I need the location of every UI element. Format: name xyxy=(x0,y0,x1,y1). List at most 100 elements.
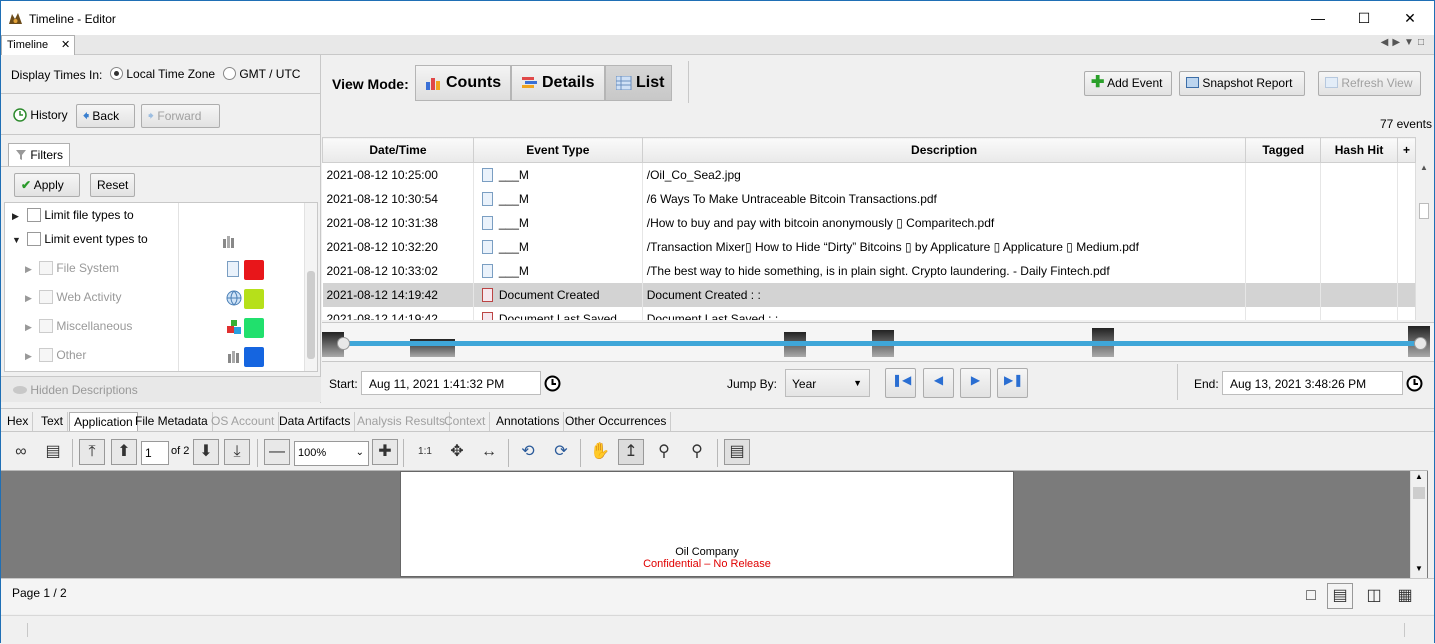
column-header-hash-hit[interactable]: Hash Hit xyxy=(1320,137,1398,163)
expand-arrow-icon[interactable]: ▶ xyxy=(25,264,32,275)
minimize-button[interactable]: — xyxy=(1295,1,1341,35)
start-datetime-field[interactable]: Aug 11, 2021 1:41:32 PM xyxy=(361,371,541,395)
zoom-out-button[interactable]: — xyxy=(264,439,290,465)
list-button[interactable]: List xyxy=(605,65,672,101)
single-page-icon[interactable]: □ xyxy=(1298,583,1324,609)
filter-scrollbar[interactable] xyxy=(304,203,317,371)
filters-tab[interactable]: Filters xyxy=(8,143,70,167)
table-scrollbar[interactable]: ▲ xyxy=(1415,163,1432,320)
column-header-tagged[interactable]: Tagged xyxy=(1245,137,1322,163)
tab-os-account[interactable]: OS Account xyxy=(207,412,280,431)
facing-pages-icon[interactable]: ◫ xyxy=(1361,583,1387,609)
tab-data-artifacts[interactable]: Data Artifacts xyxy=(275,412,356,431)
clock-icon[interactable] xyxy=(544,375,561,392)
fit-page-icon[interactable]: ✥ xyxy=(444,439,470,465)
filter-web-activity[interactable]: Web Activity xyxy=(39,290,121,304)
table-row[interactable]: 2021-08-12 10:32:20 ___M/Transaction Mixe… xyxy=(322,234,1416,259)
facing-continuous-icon[interactable]: ▦ xyxy=(1392,583,1418,609)
range-bar[interactable] xyxy=(342,341,1422,346)
tab-other-occurrences[interactable]: Other Occurrences xyxy=(561,412,672,431)
actual-size-icon[interactable]: 1:1 xyxy=(412,439,438,465)
other-color-swatch[interactable] xyxy=(244,347,264,367)
column-header-description[interactable]: Description xyxy=(641,137,1247,163)
table-row[interactable]: 2021-08-12 10:25:00 ___M/Oil_Co_Sea2.jpg xyxy=(322,162,1416,187)
counts-button[interactable]: Counts xyxy=(415,65,511,101)
clock-icon[interactable] xyxy=(1406,375,1423,392)
jump-last-button[interactable]: ▶❚ xyxy=(997,368,1028,398)
collapse-arrow-icon[interactable]: ▼ xyxy=(12,235,21,245)
next-page-button[interactable]: ⬇ xyxy=(193,439,219,465)
scroll-down-icon[interactable]: ▼ xyxy=(1415,564,1423,573)
last-page-button[interactable]: ⤓ xyxy=(224,439,250,465)
tab-hex[interactable]: Hex xyxy=(3,412,34,431)
close-window-button[interactable]: ✕ xyxy=(1387,1,1433,35)
history-button[interactable]: History xyxy=(13,108,68,122)
details-button[interactable]: Details xyxy=(511,65,605,101)
document-scrollbar[interactable]: ▲ ▼ xyxy=(1410,471,1427,578)
thumbnails-icon[interactable]: ▤ xyxy=(724,439,750,465)
continuous-page-icon[interactable]: ▤ xyxy=(1327,583,1353,609)
hidden-descriptions-bar[interactable]: Hidden Descriptions xyxy=(1,376,321,402)
snapshot-report-button[interactable]: Snapshot Report xyxy=(1179,71,1305,96)
zoom-in-button[interactable]: ✚ xyxy=(372,439,398,465)
table-row[interactable]: 2021-08-12 14:19:42 Document Created Docum… xyxy=(322,282,1416,307)
gmt-radio[interactable]: GMT / UTC xyxy=(223,67,300,81)
tab-context[interactable]: Context xyxy=(440,412,491,431)
jump-first-button[interactable]: ❚◀ xyxy=(885,368,916,398)
table-row[interactable]: 2021-08-12 10:33:02 ___M/The best way to … xyxy=(322,258,1416,283)
first-page-button[interactable]: ⤒ xyxy=(79,439,105,465)
tab-timeline[interactable]: Timeline ✕ xyxy=(1,35,75,55)
hand-tool-icon[interactable]: ✋ xyxy=(587,439,613,465)
filter-event-types[interactable]: Limit event types to xyxy=(27,232,148,246)
column-header-datetime[interactable]: Date/Time xyxy=(322,137,474,163)
tab-file-metadata[interactable]: File Metadata xyxy=(131,412,213,431)
tab-annotations[interactable]: Annotations xyxy=(492,412,565,431)
range-end-handle[interactable] xyxy=(1414,337,1427,350)
page-number-input[interactable]: 1 xyxy=(141,441,169,465)
apply-button[interactable]: ✔ Apply xyxy=(14,173,80,197)
binoculars-icon[interactable]: ∞ xyxy=(8,439,34,465)
web-activity-color-swatch[interactable] xyxy=(244,289,264,309)
previous-page-button[interactable]: ⬆ xyxy=(111,439,137,465)
file-system-color-swatch[interactable] xyxy=(244,260,264,280)
filter-scrollbar-thumb[interactable] xyxy=(307,271,315,359)
expand-arrow-icon[interactable]: ▶ xyxy=(25,351,32,362)
zoom-select[interactable]: 100% ⌄ xyxy=(294,441,369,466)
forward-button[interactable]: 🠺 Forward xyxy=(141,104,220,128)
back-button[interactable]: 🠸 Back xyxy=(76,104,135,128)
add-event-button[interactable]: ✚ Add Event xyxy=(1084,71,1172,96)
table-row[interactable]: 2021-08-12 14:19:42 Document Last Saved Do… xyxy=(322,306,1416,320)
tab-analysis-results[interactable]: Analysis Results xyxy=(353,412,451,431)
zoom-region-icon[interactable]: ⚲ xyxy=(651,439,677,465)
local-time-radio[interactable]: Local Time Zone xyxy=(110,67,215,81)
filter-file-types[interactable]: Limit file types to xyxy=(27,208,134,222)
tab-nav-arrows-icon[interactable]: ◀▶▼□ xyxy=(1381,37,1428,48)
jump-by-select[interactable]: Year ▼ xyxy=(785,369,870,397)
misc-color-swatch[interactable] xyxy=(244,318,264,338)
filter-file-system[interactable]: File System xyxy=(39,261,119,275)
scrollbar-thumb[interactable] xyxy=(1413,487,1425,499)
table-row[interactable]: 2021-08-12 10:30:54 ___M/6 Ways To Make U… xyxy=(322,186,1416,211)
scrollbar-thumb[interactable] xyxy=(1419,203,1429,219)
rotate-left-icon[interactable]: ⟲ xyxy=(515,439,541,465)
maximize-button[interactable]: ☐ xyxy=(1341,1,1387,35)
expand-arrow-icon[interactable]: ▶ xyxy=(12,211,19,222)
column-header-add[interactable]: + xyxy=(1397,137,1416,163)
scroll-up-icon[interactable]: ▲ xyxy=(1420,163,1428,172)
pages-icon[interactable]: ▤ xyxy=(40,439,66,465)
tab-application[interactable]: Application xyxy=(69,412,138,431)
zoom-dynamic-icon[interactable]: ⚲ xyxy=(684,439,710,465)
expand-arrow-icon[interactable]: ▶ xyxy=(25,293,32,304)
tab-text[interactable]: Text xyxy=(37,412,69,431)
fit-width-icon[interactable]: ↔ xyxy=(476,439,502,465)
mini-timeline[interactable] xyxy=(322,322,1434,362)
jump-next-button[interactable]: ▶ xyxy=(960,368,991,398)
scroll-up-icon[interactable]: ▲ xyxy=(1415,472,1423,481)
filter-miscellaneous[interactable]: Miscellaneous xyxy=(39,319,132,333)
filter-other[interactable]: Other xyxy=(39,348,86,362)
expand-arrow-icon[interactable]: ▶ xyxy=(25,322,32,333)
close-tab-icon[interactable]: ✕ xyxy=(61,38,70,51)
jump-previous-button[interactable]: ◀ xyxy=(923,368,954,398)
select-text-icon[interactable]: ↥ xyxy=(618,439,644,465)
reset-button[interactable]: Reset xyxy=(90,173,135,197)
